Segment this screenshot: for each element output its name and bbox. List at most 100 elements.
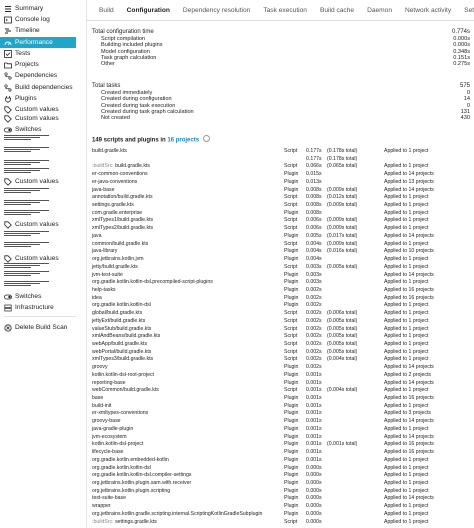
table-row[interactable]: org.gradle.kotlin.kotlin-dsl Plugin 0.002s… [92, 302, 470, 308]
table-row[interactable]: er-common-conventions Plugin 0.015s Applied… [92, 171, 470, 177]
table-row[interactable]: global/build.gradle.kts Script 0.002s (0.00… [92, 310, 470, 316]
table-row[interactable]: jetty/build.gradle.kts Script 0.003s (0.005… [92, 264, 470, 270]
sidebar-item-label: Performance [15, 39, 53, 46]
table-row[interactable]: :buildSrc: settings.gradle.kts Script 0.00… [92, 519, 470, 525]
tab-network-activity[interactable]: Network activity [405, 7, 451, 14]
tab-build-cache[interactable]: Build cache [320, 7, 354, 14]
sidebar-item-custom-values[interactable]: Custom values [0, 219, 76, 230]
table-row[interactable]: groovy Plugin 0.002s Applied to 14 projects [92, 364, 470, 370]
table-row[interactable]: common/build.gradle.kts Script 0.004s (0.00… [92, 241, 470, 247]
table-row[interactable]: java-library Plugin 0.004s (0.016s total) Ap… [92, 248, 470, 254]
table-row[interactable]: er-java-conventions Plugin 0.013s Applied t… [92, 179, 470, 185]
table-row[interactable]: groovy-base Plugin 0.001s Applied to 14 pro… [92, 418, 470, 424]
tab-set[interactable]: Set [464, 7, 474, 14]
table-row[interactable]: test-suite-base Plugin 0.000s Applied to 14… [92, 495, 470, 501]
table-row[interactable]: org.gradle.kotlin.kotlin-dsl.compiler-se… [92, 472, 470, 478]
table-row[interactable]: org.jetbrains.kotlin.gradle.scripting.in… [92, 511, 470, 517]
table-row[interactable]: webCommon/build.gradle.kts Script 0.001s (0… [92, 387, 470, 393]
table-row[interactable]: build.gradle.kts Script 0.177s (0.178s tota… [92, 148, 470, 154]
table-row[interactable]: reporting-base Plugin 0.001s Applied to 14 … [92, 380, 470, 386]
table-row[interactable]: xmlTypes2/build.gradle.kts Script 0.006s (0… [92, 225, 470, 231]
script-name-text: kotlin.kotlin-dsl-project [92, 441, 144, 448]
table-row[interactable]: org.gradle.kotlin.kotlin-dsl.precompiled… [92, 279, 470, 285]
table-row[interactable]: org.gradle.kotlin.kotlin-dsl Plugin 0.000s… [92, 465, 470, 471]
table-row[interactable]: java-base Plugin 0.008s (0.009s total) Appli… [92, 187, 470, 193]
table-row[interactable]: org.jetbrains.kotlin.plugin.sam.with.rec… [92, 480, 470, 486]
script-name: webPortal/build.gradle.kts [92, 349, 151, 355]
table-row[interactable]: webApp/build.gradle.kts Script 0.002s (0.00… [92, 341, 470, 347]
sidebar-item-custom-values[interactable]: Custom values [0, 113, 76, 124]
sidebar-item-custom-values[interactable]: Custom values [0, 176, 76, 187]
table-row[interactable]: :buildSrc: build.gradle.kts Script 0.066s (… [92, 163, 470, 169]
tab-task-execution[interactable]: Task execution [263, 7, 307, 14]
script-type: Plugin [284, 433, 299, 440]
sidebar-item-switches[interactable]: Switches [0, 291, 76, 302]
sidebar-item-build-dependencies[interactable]: Build dependencies [0, 82, 76, 93]
script-total-time: (0.009s total) [327, 217, 358, 224]
tab-daemon[interactable]: Daemon [367, 7, 392, 14]
script-name-text: settings.gradle.kts [115, 518, 157, 525]
script-name-text: webApp/build.gradle.kts [92, 341, 148, 347]
script-applied-to: Applied to 1 project [384, 302, 429, 309]
sidebar-item-performance[interactable]: Performance [0, 37, 76, 48]
table-row[interactable]: er-xmltypes-conventions Plugin 0.001s Appli… [92, 410, 470, 416]
config_time-row-value: 0.000s [453, 42, 470, 49]
table-row[interactable]: jvm-test-suite Plugin 0.003s Applied to 14 … [92, 272, 470, 278]
script-time: 0.008s [306, 209, 322, 216]
table-row[interactable]: lifecycle-base Plugin 0.001s Applied to 16 … [92, 449, 470, 455]
script-type: Plugin [284, 495, 299, 502]
sidebar-item-timeline[interactable]: Timeline [0, 25, 76, 36]
table-row[interactable]: build-init Plugin 0.001s Applied to 1 proje… [92, 403, 470, 409]
table-row[interactable]: settings.gradle.kts Script 0.008s (0.009s t… [92, 202, 470, 208]
sidebar-item-switches[interactable]: Switches [0, 124, 76, 135]
table-row[interactable]: jvm-ecosystem Plugin 0.001s Applied to 14 p… [92, 434, 470, 440]
sidebar-item-tests[interactable]: Tests [0, 48, 76, 59]
script-name-text: xmlAndBeans/build.gradle.kts [92, 333, 161, 340]
table-row[interactable]: com.gradle.enterprise Plugin 0.008s Applied… [92, 210, 470, 216]
info-icon[interactable] [202, 135, 210, 142]
script-name: idea [92, 295, 102, 301]
table-row[interactable]: wrapper Plugin 0.000s Applied to 1 project [92, 503, 470, 509]
script-name-text: java-gradle-plugin [92, 425, 134, 432]
sidebar-item-summary[interactable]: Summary [0, 3, 76, 14]
sidebar-item-dependencies[interactable]: Dependencies [0, 70, 76, 81]
table-row[interactable]: jettyExt/build.gradle.kts Script 0.002s (0.… [92, 318, 470, 324]
script-name: org.jetbrains.kotlin.plugin.scripting [92, 488, 170, 494]
table-row[interactable]: java-gradle-plugin Plugin 0.001s Applied to… [92, 426, 470, 432]
table-row[interactable]: base Plugin 0.001s Applied to 16 projects [92, 395, 470, 401]
table-row[interactable]: help-tasks Plugin 0.002s Applied to 16 proj… [92, 287, 470, 293]
table-row[interactable]: org.jetbrains.kotlin.plugin.scripting Plu… [92, 488, 470, 494]
table-row[interactable]: webPortal/build.gradle.kts Script 0.002s (0… [92, 349, 470, 355]
tab-configuration[interactable]: Configuration [127, 7, 170, 14]
sidebar-item-label: Plugins [15, 95, 37, 102]
table-row[interactable]: org.jetbrains.kotlin.jvm Plugin 0.004s Appl… [92, 256, 470, 262]
config_time-row-value: 0.151s [453, 54, 470, 61]
sidebar-item-infrastructure[interactable]: Infrastructure [0, 302, 76, 313]
table-row[interactable]: 0.177s (0.178s total) [92, 156, 470, 162]
table-row[interactable]: xmlTypes1/build.gradle.kts Script 0.006s (0… [92, 217, 470, 223]
script-time: 0.006s [306, 225, 322, 232]
table-row[interactable]: idea Plugin 0.002s Applied to 16 projects [92, 295, 470, 301]
tab-build[interactable]: Build [99, 7, 114, 14]
sidebar-item-label: Infrastructure [15, 304, 54, 311]
table-row[interactable]: org.gradle.kotlin.embedded-kotlin Plugin 0… [92, 457, 470, 463]
config-time-title: Total configuration time [92, 29, 154, 35]
sidebar-item-projects[interactable]: Projects [0, 59, 76, 70]
table-row[interactable]: xmlTypes3/build.gradle.kts Script 0.002s (0… [92, 356, 470, 362]
tab-dependency-resolution[interactable]: Dependency resolution [183, 7, 250, 14]
script-name-text: org.gradle.kotlin.kotlin-dsl.precompiled… [92, 279, 213, 286]
projects-link[interactable]: 16 projects [167, 138, 199, 144]
script-time: 0.002s [306, 364, 322, 371]
script-name-text: base [92, 395, 104, 402]
table-row[interactable]: valueStub/build.gradle.kts Script 0.002s (0… [92, 326, 470, 332]
delete-build-scan-button[interactable]: Delete Build Scan [0, 322, 76, 333]
table-row[interactable]: kotlin.kotlin-dsl-root-project Plugin 0.00… [92, 372, 470, 378]
table-row[interactable]: xmlAndBeans/build.gradle.kts Script 0.002s… [92, 333, 470, 339]
sidebar-item-console-log[interactable]: Console log [0, 14, 76, 25]
table-row[interactable]: kotlin.kotlin-dsl-project Plugin 0.001s (0.… [92, 441, 470, 447]
table-row[interactable]: annotation/build.gradle.kts Script 0.008s (… [92, 194, 470, 200]
sidebar-item-plugins[interactable]: Plugins [0, 93, 76, 104]
script-name: org.gradle.kotlin.kotlin-dsl [92, 465, 151, 471]
table-row[interactable]: java Plugin 0.005s (0.017s total) Applied to… [92, 233, 470, 239]
script-name: groovy [92, 364, 108, 370]
